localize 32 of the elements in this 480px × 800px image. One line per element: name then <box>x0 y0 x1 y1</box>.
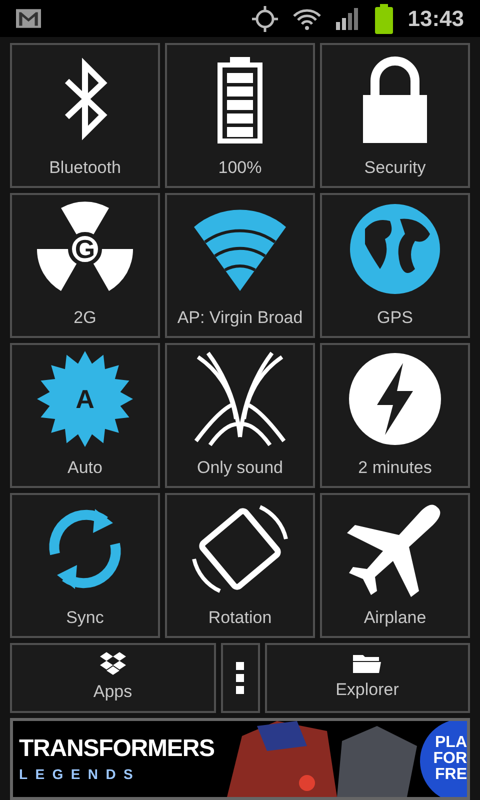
more-icon <box>236 662 244 694</box>
overflow-menu-button[interactable] <box>220 643 260 713</box>
toggle-tile[interactable]: Rotation <box>165 493 315 638</box>
starburst-icon <box>35 349 135 449</box>
signal-icon <box>336 8 360 30</box>
ad-button-text: FRE <box>435 767 467 783</box>
folder-icon <box>353 653 382 674</box>
ad-banner[interactable]: TRANSFORMERS LEGENDS PLA FOR FRE <box>10 718 470 800</box>
wifi-icon <box>292 6 322 30</box>
toggle-tile[interactable]: GPS <box>320 193 470 338</box>
icon-letter: G <box>74 236 96 262</box>
toggle-tile[interactable]: AP: Virgin Broad <box>165 193 315 338</box>
toggle-tile[interactable]: Sync <box>10 493 160 638</box>
toggle-tile[interactable]: Security <box>320 43 470 188</box>
toggle-tile[interactable]: 100% <box>165 43 315 188</box>
mail-icon <box>16 9 41 28</box>
clock-time: 13:43 <box>408 5 464 33</box>
ad-button-text: FOR <box>433 751 467 767</box>
battery-icon <box>374 4 394 34</box>
toggle-tile[interactable]: G 2G <box>10 193 160 338</box>
ad-button-text: PLA <box>435 735 467 751</box>
toggle-tile[interactable]: Airplane <box>320 493 470 638</box>
location-icon <box>252 6 278 32</box>
explorer-button[interactable]: Explorer <box>264 643 470 713</box>
ad-subtitle: LEGENDS <box>19 767 142 781</box>
toggle-tile[interactable]: Bluetooth <box>10 43 160 188</box>
apps-button[interactable]: Apps <box>10 643 216 713</box>
icon-letter: A <box>76 386 94 412</box>
toggle-tile[interactable]: 2 minutes <box>320 343 470 488</box>
toggle-tile[interactable]: Only sound <box>165 343 315 488</box>
toggle-tile[interactable]: A Auto <box>10 343 160 488</box>
ad-title: TRANSFORMERS <box>19 737 216 761</box>
